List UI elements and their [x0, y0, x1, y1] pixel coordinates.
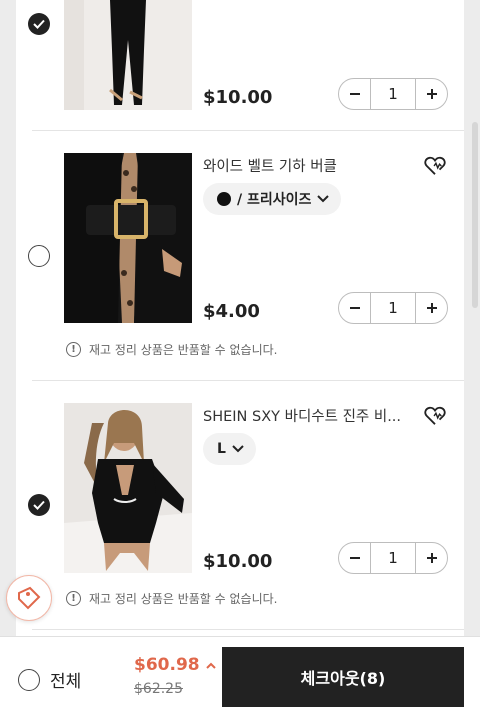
product-image[interactable] — [64, 0, 192, 110]
product-image[interactable] — [64, 403, 192, 573]
item-price: $4.00 — [203, 301, 260, 322]
color-swatch — [217, 192, 231, 206]
minus-icon — [349, 307, 360, 309]
decrease-button[interactable] — [339, 79, 370, 109]
check-icon — [33, 500, 45, 510]
quantity-value[interactable]: 1 — [370, 543, 416, 573]
select-all-label: 전체 — [50, 672, 82, 692]
variant-selector[interactable]: L — [203, 433, 256, 465]
quantity-value[interactable]: 1 — [370, 293, 416, 323]
check-icon — [33, 19, 45, 29]
plus-icon — [426, 89, 437, 99]
info-icon: ! — [66, 342, 81, 357]
plus-icon — [426, 303, 437, 313]
item-checkbox[interactable] — [28, 13, 50, 35]
item-checkbox[interactable] — [28, 494, 50, 516]
order-total[interactable]: $60.98 $62.25 — [134, 655, 216, 697]
heart-icon[interactable] — [424, 156, 446, 176]
variant-label: L — [217, 441, 226, 457]
coupon-tag-icon — [18, 586, 41, 610]
plus-icon — [426, 553, 437, 563]
quantity-stepper[interactable]: 1 — [338, 78, 448, 110]
quantity-stepper[interactable]: 1 — [338, 542, 448, 574]
quantity-stepper[interactable]: 1 — [338, 292, 448, 324]
item-price: $10.00 — [203, 551, 273, 572]
product-image[interactable] — [64, 153, 192, 323]
increase-button[interactable] — [416, 79, 447, 109]
item-checkbox[interactable] — [28, 245, 50, 267]
increase-button[interactable] — [416, 543, 447, 573]
decrease-button[interactable] — [339, 543, 370, 573]
original-price: $62.25 — [134, 681, 183, 697]
cart-item-3: SHEIN SXY 바디수트 진주 비... L $10.00 1 ! 재고 정… — [16, 381, 464, 629]
variant-label: / 프리사이즈 — [237, 192, 312, 208]
product-title[interactable]: SHEIN SXY 바디수트 진주 비... — [203, 405, 408, 426]
checkout-bar: 전체 $60.98 $62.25 체크아웃(8) — [0, 636, 480, 721]
cart-list: $10.00 1 와이드 벨트 기하 버클 / 프리사이즈 $4.00 1 ! … — [16, 0, 464, 636]
notice-text: 재고 정리 상품은 반품할 수 없습니다. — [89, 343, 278, 357]
heart-icon[interactable] — [424, 406, 446, 426]
chevron-down-icon — [317, 195, 330, 203]
coupon-float-button[interactable] — [6, 575, 52, 621]
divider — [32, 629, 464, 630]
scrollbar[interactable] — [472, 122, 478, 308]
item-price: $10.00 — [203, 87, 273, 108]
variant-selector[interactable]: / 프리사이즈 — [203, 183, 342, 215]
notice-text: 재고 정리 상품은 반품할 수 없습니다. — [89, 592, 278, 606]
return-notice: ! 재고 정리 상품은 반품할 수 없습니다. — [66, 341, 278, 358]
minus-icon — [349, 93, 360, 95]
select-all[interactable]: 전체 — [18, 667, 81, 692]
return-notice: ! 재고 정리 상품은 반품할 수 없습니다. — [66, 590, 278, 607]
increase-button[interactable] — [416, 293, 447, 323]
quantity-value[interactable]: 1 — [370, 79, 416, 109]
checkout-button[interactable]: 체크아웃(8) — [222, 647, 464, 707]
chevron-up-icon[interactable] — [205, 662, 216, 669]
chevron-down-icon — [232, 445, 244, 453]
cart-item-2: 와이드 벨트 기하 버클 / 프리사이즈 $4.00 1 ! 재고 정리 상품은… — [16, 131, 464, 380]
info-icon: ! — [66, 591, 81, 606]
cart-item-1: $10.00 1 — [16, 0, 464, 130]
decrease-button[interactable] — [339, 293, 370, 323]
minus-icon — [349, 557, 360, 559]
select-all-checkbox[interactable] — [18, 668, 40, 691]
total-price: $60.98 — [134, 655, 200, 675]
product-title[interactable]: 와이드 벨트 기하 버클 — [203, 155, 408, 176]
